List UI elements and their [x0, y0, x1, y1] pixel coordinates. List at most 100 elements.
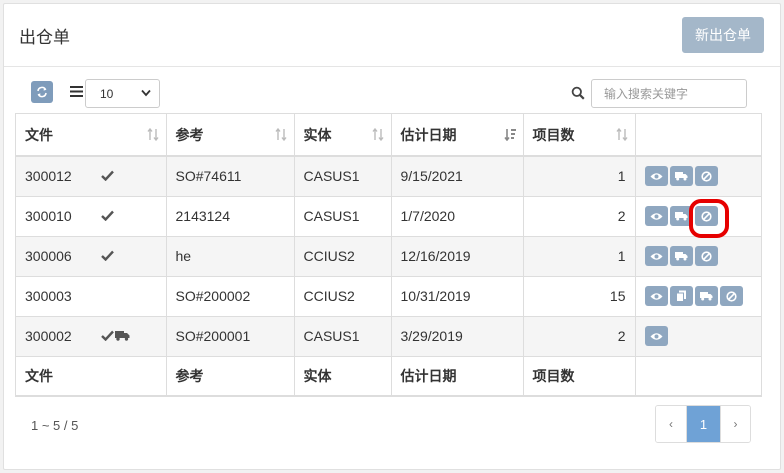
cell-date: 3/29/2019 [390, 315, 523, 356]
footer-date: 估计日期 [390, 355, 523, 395]
pagination: ‹ 1 › [655, 405, 751, 443]
eye-icon [650, 212, 663, 221]
cell-file: 300006 [16, 235, 166, 276]
column-header-reference[interactable]: 参考 [165, 114, 294, 157]
column-header-actions [634, 114, 761, 157]
search-input[interactable]: 输入搜索关键字 [591, 79, 747, 108]
cell-entity: CASUS1 [293, 195, 391, 236]
view-button[interactable] [644, 246, 668, 266]
pagination-info: 1 ~ 5 / 5 [31, 418, 79, 433]
column-header-entity[interactable]: 实体 [293, 114, 391, 157]
cell-date: 12/16/2019 [390, 235, 523, 276]
view-button[interactable] [644, 166, 668, 187]
ban-icon [725, 290, 737, 302]
view-button[interactable] [644, 326, 668, 346]
eye-icon [650, 292, 663, 301]
footer-count: 项目数 [522, 355, 635, 395]
next-page-button[interactable]: › [720, 406, 750, 442]
cell-entity: CCIUS2 [293, 275, 391, 316]
document-id: 300006 [25, 248, 72, 264]
outbound-table: 文件 参考 实体 估计日期 项目数 300012 SO#74611 CASUS1… [15, 113, 762, 397]
eye-icon [650, 172, 663, 181]
cancel-button[interactable] [694, 246, 718, 266]
chevron-down-icon [141, 89, 151, 97]
view-button[interactable] [644, 206, 668, 226]
cell-count: 1 [522, 155, 635, 196]
cell-reference: he [165, 235, 294, 276]
truck-icon [674, 211, 688, 221]
new-outbound-button[interactable]: 新出仓单 [682, 17, 764, 53]
cell-reference: SO#200001 [165, 315, 294, 356]
table-row: 300002 SO#200001 CASUS1 3/29/2019 2 [16, 315, 761, 356]
cell-count: 2 [522, 315, 635, 356]
cell-entity: CASUS1 [293, 315, 391, 356]
truck-icon [674, 251, 688, 261]
page-size-value: 10 [100, 86, 114, 101]
table-row: 300006 he CCIUS2 12/16/2019 1 [16, 235, 761, 276]
eye-icon [650, 332, 663, 341]
column-header-count[interactable]: 项目数 [522, 114, 635, 157]
cell-reference: SO#74611 [165, 155, 294, 196]
document-id: 300012 [25, 168, 72, 185]
check-icon [101, 248, 114, 264]
cell-reference: 2143124 [165, 195, 294, 236]
page-1-button[interactable]: 1 [686, 406, 720, 442]
ban-icon [700, 250, 712, 262]
ship-button[interactable] [669, 166, 693, 187]
sort-icon [274, 127, 287, 144]
document-id: 300002 [25, 328, 72, 344]
sort-icon [615, 127, 628, 144]
cancel-button[interactable] [694, 166, 718, 187]
eye-icon [650, 252, 663, 261]
panel-header: 出仓单 新出仓单 [4, 4, 780, 67]
highlight-marker [689, 199, 729, 238]
cancel-button[interactable] [719, 286, 743, 306]
view-button[interactable] [644, 286, 668, 306]
page-size-select[interactable]: 10 [85, 79, 160, 108]
truck-icon [115, 328, 130, 344]
cell-date: 1/7/2020 [390, 195, 523, 236]
cell-file: 300012 [16, 155, 166, 196]
prev-page-button[interactable]: ‹ [656, 406, 686, 442]
cell-count: 2 [522, 195, 635, 236]
copy-button[interactable] [669, 286, 693, 306]
ship-button[interactable] [694, 286, 718, 306]
cell-actions [634, 235, 761, 276]
footer-reference: 参考 [165, 355, 294, 395]
ban-icon [700, 171, 712, 182]
sort-icon [371, 127, 384, 144]
cell-reference: SO#200002 [165, 275, 294, 316]
truck-icon [699, 291, 713, 301]
cell-entity: CCIUS2 [293, 235, 391, 276]
cell-entity: CASUS1 [293, 155, 391, 196]
footer-entity: 实体 [293, 355, 391, 395]
cell-file: 300003 [16, 275, 166, 316]
footer-file: 文件 [16, 355, 166, 395]
cell-file: 300010 [16, 195, 166, 236]
cell-file: 300002 [16, 315, 166, 356]
table-row: 300010 2143124 CASUS1 1/7/2020 2 [16, 195, 761, 236]
table-row: 300012 SO#74611 CASUS1 9/15/2021 1 [16, 155, 761, 196]
cell-date: 9/15/2021 [390, 155, 523, 196]
column-header-date[interactable]: 估计日期 [390, 114, 523, 157]
refresh-icon [37, 86, 47, 98]
column-header-file[interactable]: 文件 [16, 114, 166, 157]
cell-count: 1 [522, 235, 635, 276]
document-id: 300010 [25, 208, 72, 224]
truck-icon [674, 171, 688, 181]
check-icon [101, 328, 114, 344]
page-title: 出仓单 [19, 28, 70, 47]
list-icon [70, 86, 83, 97]
check-icon [101, 168, 114, 184]
search-icon [571, 86, 585, 100]
ship-button[interactable] [669, 246, 693, 266]
footer-actions [634, 355, 761, 395]
cell-actions [634, 315, 761, 356]
cell-actions [634, 155, 761, 196]
cell-date: 10/31/2019 [390, 275, 523, 316]
check-icon [101, 208, 114, 224]
cell-count: 15 [522, 275, 635, 316]
table-row: 300003 SO#200002 CCIUS2 10/31/2019 15 [16, 275, 761, 316]
refresh-button[interactable] [31, 81, 53, 103]
sort-desc-icon [503, 128, 516, 144]
